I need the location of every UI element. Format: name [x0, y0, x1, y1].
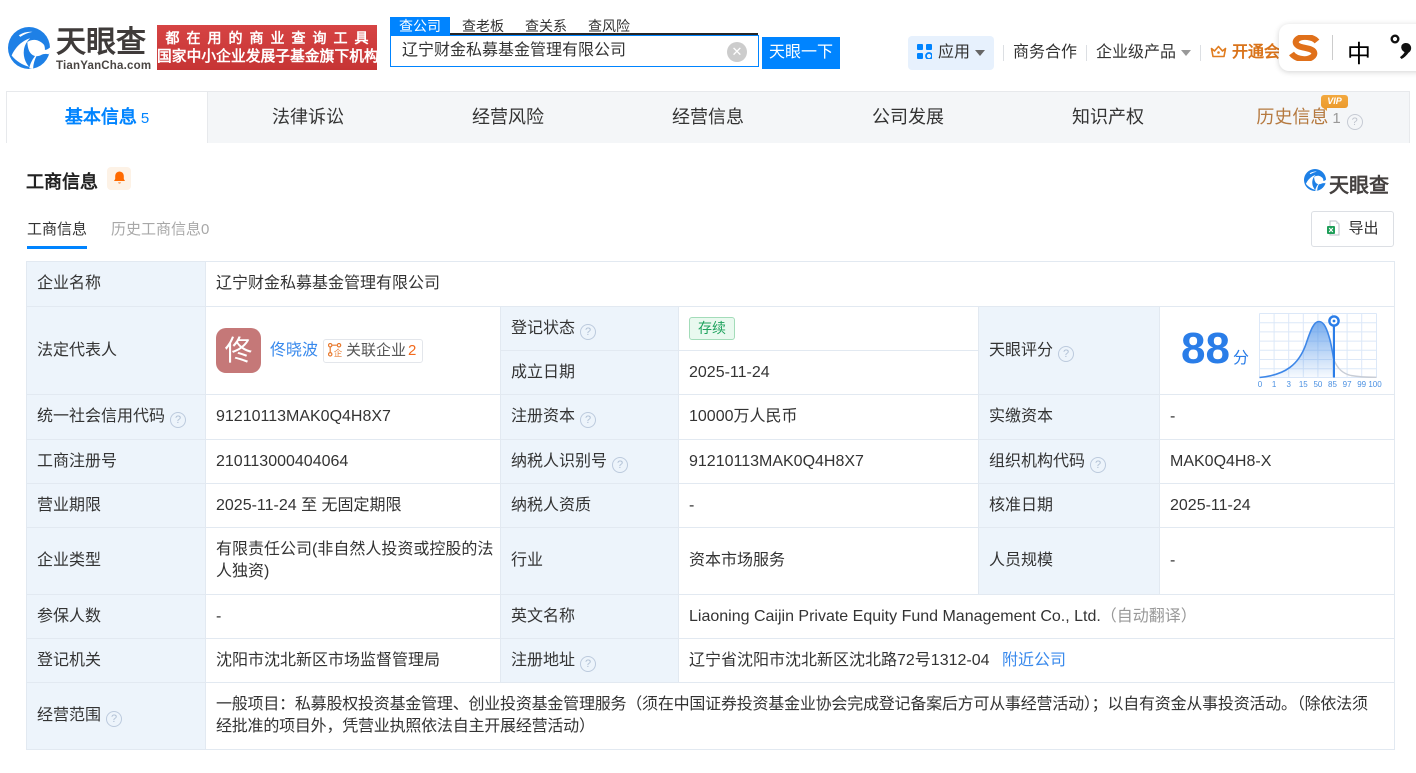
- svg-text:85: 85: [1328, 380, 1337, 389]
- svg-text:99: 99: [1357, 380, 1366, 389]
- svg-text:1: 1: [1272, 380, 1277, 389]
- svg-text:15: 15: [1299, 380, 1308, 389]
- svg-text:3: 3: [1286, 380, 1291, 389]
- svg-text:企: 企: [334, 348, 342, 357]
- svg-text:100: 100: [1368, 380, 1382, 389]
- svg-text:97: 97: [1343, 380, 1352, 389]
- svg-text:0: 0: [1258, 380, 1263, 389]
- svg-text:50: 50: [1313, 380, 1322, 389]
